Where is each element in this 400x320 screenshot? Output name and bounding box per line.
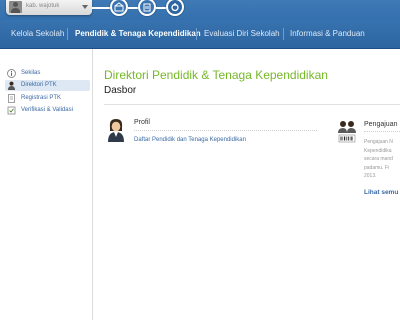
sidebar-item-direktori-ptk[interactable]: Direktori PTK xyxy=(5,80,90,91)
sidebar: Sekilas Direktori PTK Registrasi PTK Ver… xyxy=(0,49,93,320)
avatar xyxy=(9,1,22,13)
nav-item-evaluasi[interactable]: Evaluasi Diri Sekolah xyxy=(204,29,280,38)
building-icon xyxy=(143,3,151,12)
link-daftar-ptk[interactable]: Daftar Pendidik dan Tenaga Kependidikan xyxy=(134,137,246,143)
step-school-button[interactable] xyxy=(110,0,128,16)
link-lihat-semua[interactable]: Lihat semu xyxy=(364,189,398,196)
sidebar-item-verifikasi-validasi[interactable]: Verifikasi & Validasi xyxy=(5,105,90,116)
sidebar-item-label: Verifikasi & Validasi xyxy=(21,107,73,113)
school-icon xyxy=(114,2,124,12)
sidebar-item-registrasi-ptk[interactable]: Registrasi PTK xyxy=(5,93,90,104)
top-header-bar: kab. wajotuk xyxy=(0,0,400,20)
page-title: Direktori Pendidik & Tenaga Kependidikan xyxy=(104,68,328,82)
nav-item-informasi[interactable]: Informasi & Panduan xyxy=(290,29,365,38)
step-building-button[interactable] xyxy=(138,0,156,16)
page-subtitle: Dasbor xyxy=(104,85,137,96)
card-divider xyxy=(364,131,400,132)
card-description-line: Kependidika xyxy=(364,147,392,154)
nav-divider xyxy=(67,28,68,40)
sidebar-item-sekilas[interactable]: Sekilas xyxy=(5,68,90,79)
document-icon xyxy=(8,94,15,103)
nav-item-kelola-sekolah[interactable]: Kelola Sekolah xyxy=(11,29,64,38)
staff-group-icon xyxy=(338,121,356,143)
card-divider xyxy=(134,130,317,131)
teacher-icon xyxy=(108,119,124,142)
refresh-icon xyxy=(171,3,179,12)
card-description-line: secara mand xyxy=(364,156,393,163)
step-connector xyxy=(92,7,110,9)
checklist-icon xyxy=(7,106,16,115)
card-description: Pengajuan N Kependidika secara mand pada… xyxy=(364,138,400,181)
section-divider xyxy=(104,104,400,105)
step-connector xyxy=(128,7,138,9)
card-description-line: 2013. xyxy=(364,173,377,180)
nav-item-ptk[interactable]: Pendidik & Tenaga Kependidikan xyxy=(75,29,201,38)
username-label: kab. wajotuk xyxy=(26,3,60,9)
info-icon xyxy=(7,69,16,78)
card-title-profil: Profil xyxy=(134,119,150,126)
step-connector xyxy=(156,7,166,9)
main-nav: Kelola Sekolah Pendidik & Tenaga Kependi… xyxy=(0,20,400,49)
card-title-pengajuan: Pengajuan xyxy=(364,121,398,128)
step-active-button[interactable] xyxy=(166,0,184,16)
chevron-down-icon xyxy=(82,5,88,9)
nav-divider xyxy=(283,28,284,40)
person-icon xyxy=(8,81,15,90)
sidebar-item-label: Direktori PTK xyxy=(21,82,57,88)
card-description-line: Pengajuan N xyxy=(364,139,393,145)
sidebar-item-label: Sekilas xyxy=(21,70,41,76)
nav-divider xyxy=(196,28,197,40)
sidebar-item-label: Registrasi PTK xyxy=(21,95,62,101)
card-description-line: padamu. Fi xyxy=(364,164,390,171)
user-menu[interactable]: kab. wajotuk xyxy=(6,0,92,15)
